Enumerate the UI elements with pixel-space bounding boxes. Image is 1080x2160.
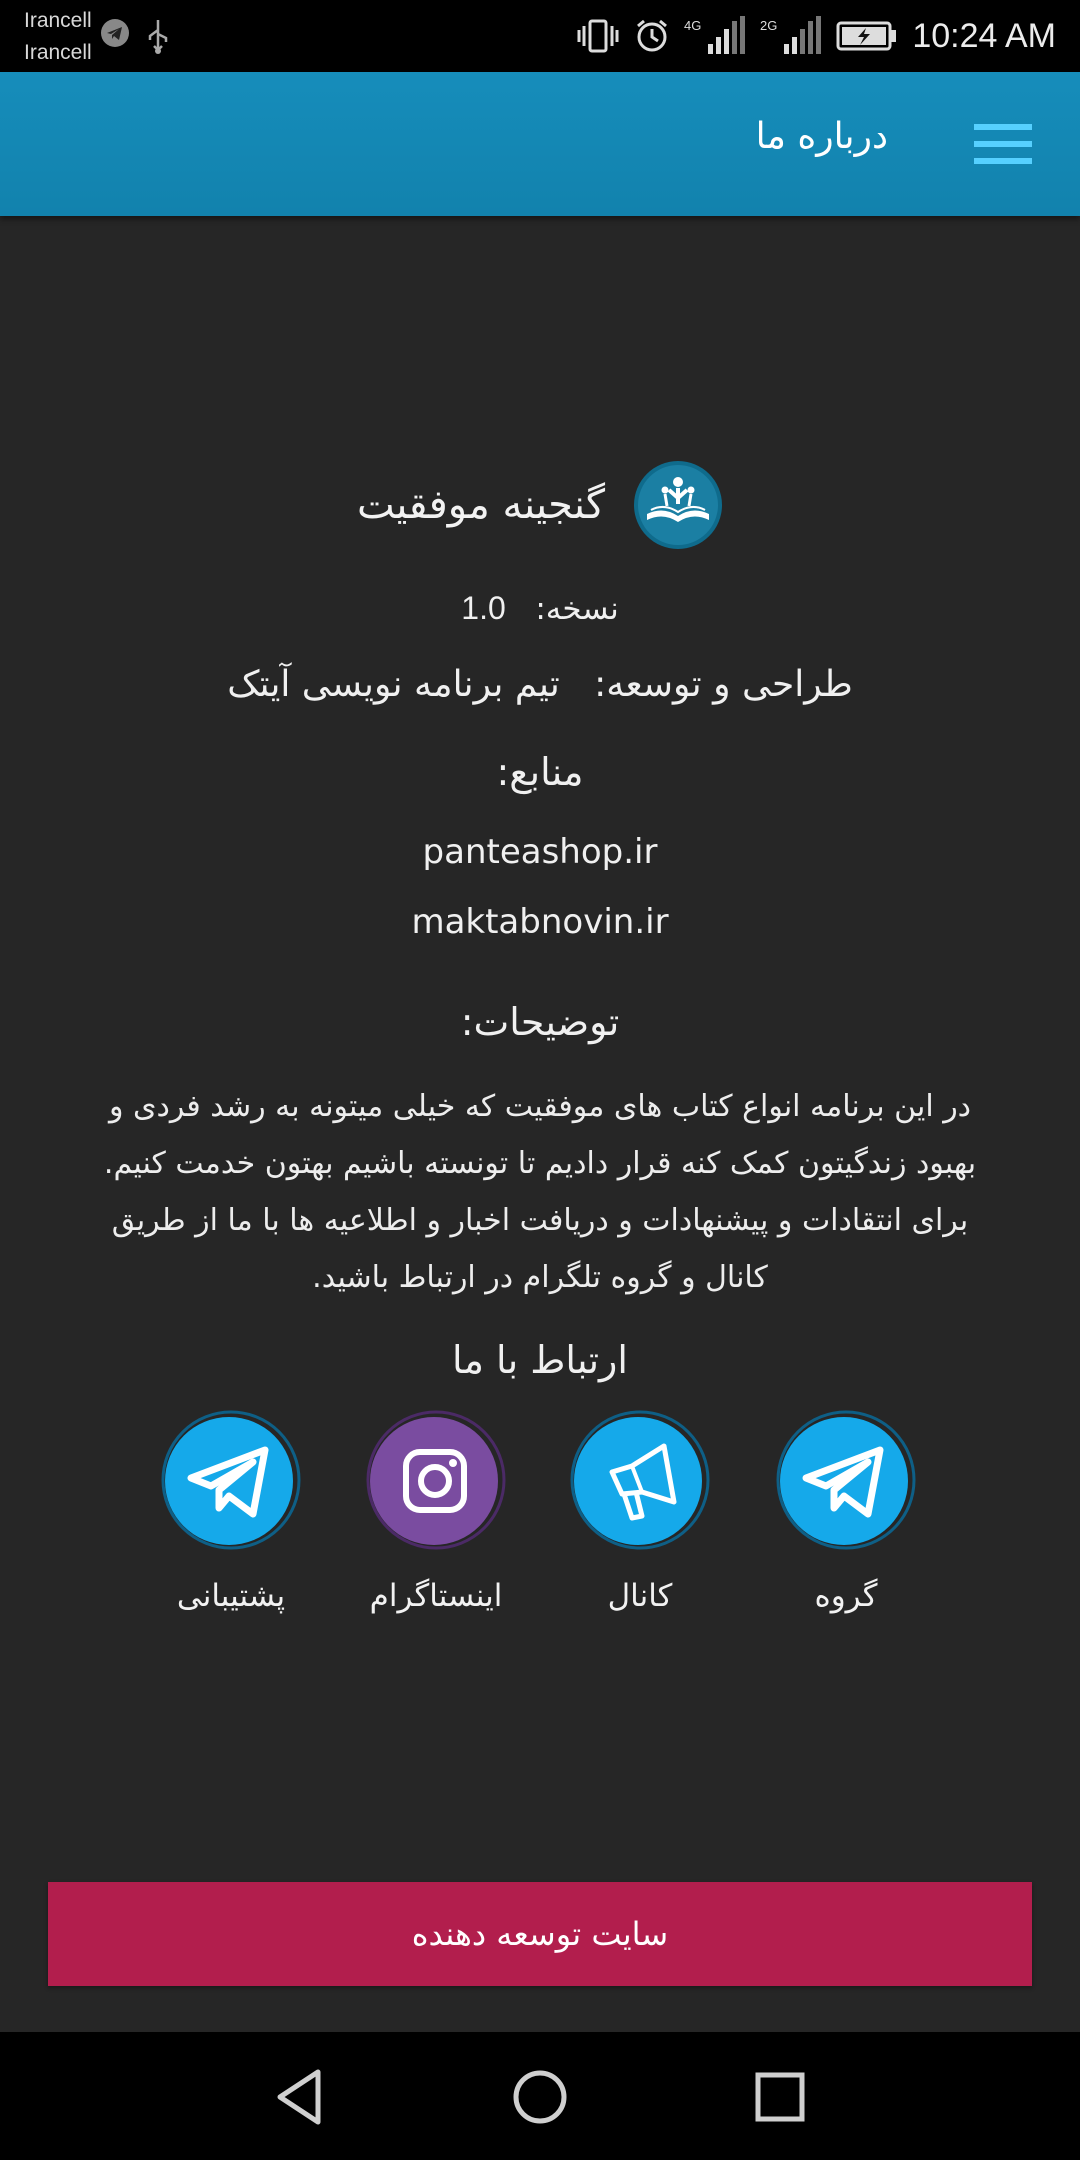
- contact-label: گروه: [814, 1578, 878, 1614]
- source-link-2[interactable]: maktabnovin.ir: [0, 902, 1080, 942]
- source-link-1[interactable]: panteashop.ir: [0, 832, 1080, 872]
- instagram-icon: [366, 1410, 506, 1550]
- telegram-icon: [161, 1410, 301, 1550]
- usb-icon: [148, 20, 168, 54]
- version-value: 1.0: [461, 590, 506, 626]
- carrier-name-2: Irancell: [24, 41, 92, 64]
- page-title: درباره ما: [755, 116, 888, 157]
- alarm-icon: [637, 19, 668, 52]
- system-nav-bar: [0, 2032, 1080, 2160]
- book-logo-icon: [634, 461, 723, 549]
- description-title: توضیحات:: [460, 1000, 620, 1044]
- back-icon[interactable]: [266, 2062, 336, 2132]
- sources-title: منابع:: [496, 750, 584, 794]
- contact-label: اینستاگرام: [369, 1578, 503, 1614]
- app-name: گنجینه موفقیت: [356, 482, 606, 528]
- description-text: در این برنامه انواع کتاب های موفقیت که خ…: [103, 1089, 977, 1295]
- svg-text:4G: 4G: [684, 18, 701, 33]
- contact-label: پشتیبانی: [176, 1578, 286, 1614]
- telegram-icon: [101, 19, 129, 47]
- version-line: نسخه: 1.0: [0, 590, 1080, 627]
- telegram-channel-button[interactable]: کانال: [540, 1410, 740, 1614]
- credit-label: طراحی و توسعه:: [594, 664, 853, 705]
- version-label: نسخه:: [535, 591, 619, 627]
- battery-charging-icon: [836, 21, 897, 51]
- signal-icon: 4G: [684, 16, 746, 54]
- carrier-name-1: Irancell: [24, 9, 92, 32]
- contact-links: گروه کانال اینستاگرام پشتیبانی: [0, 1410, 1080, 1614]
- instagram-button[interactable]: اینستاگرام: [336, 1410, 536, 1614]
- signal-icon: 2G: [760, 16, 822, 54]
- contact-label: کانال: [607, 1578, 673, 1614]
- credit-value: تیم برنامه نویسی آیتک: [227, 664, 560, 705]
- vibrate-icon: [577, 19, 619, 53]
- status-clock: 10:24 AM: [912, 16, 1056, 55]
- developer-site-button[interactable]: سایت توسعه دهنده: [48, 1882, 1032, 1986]
- svg-text:2G: 2G: [760, 18, 777, 33]
- telegram-group-button[interactable]: گروه: [746, 1410, 946, 1614]
- app-bar: درباره ما: [0, 72, 1080, 216]
- home-icon[interactable]: [505, 2062, 575, 2132]
- credit-line: طراحی و توسعه: تیم برنامه نویسی آیتک: [0, 664, 1080, 705]
- contact-title: ارتباط با ما: [452, 1338, 628, 1382]
- hamburger-menu-icon[interactable]: [974, 124, 1032, 164]
- recent-apps-icon[interactable]: [745, 2062, 815, 2132]
- megaphone-icon: [570, 1410, 710, 1550]
- telegram-support-button[interactable]: پشتیبانی: [131, 1410, 331, 1614]
- telegram-icon: [776, 1410, 916, 1550]
- status-bar: Irancell Irancell 4G 2G 10:24 AM: [0, 0, 1080, 72]
- app-brand: گنجینه موفقیت: [0, 460, 1080, 550]
